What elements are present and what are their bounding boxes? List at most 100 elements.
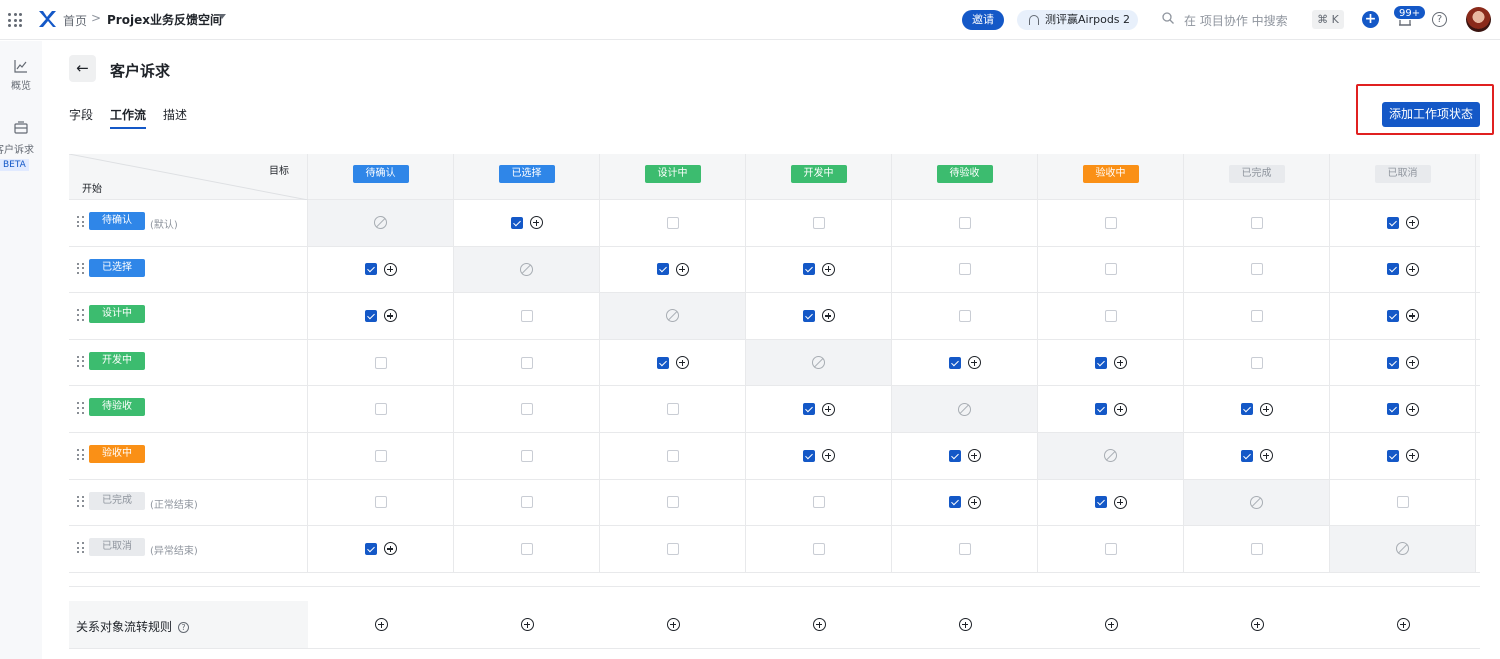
transition-checkbox[interactable] [364, 309, 377, 322]
rail-item-customer[interactable] [0, 121, 42, 139]
transition-checkbox[interactable] [374, 496, 387, 509]
transition-checkbox[interactable] [1104, 542, 1117, 555]
transition-checkbox[interactable] [1240, 449, 1253, 462]
breadcrumb-space[interactable]: Projex业务反馈空间 [107, 11, 222, 28]
drag-handle-icon[interactable] [77, 216, 84, 228]
transition-checkbox[interactable] [1094, 356, 1107, 369]
transition-checkbox[interactable] [958, 263, 971, 276]
transition-checkbox[interactable] [364, 263, 377, 276]
transition-checkbox[interactable] [802, 449, 815, 462]
transition-checkbox[interactable] [948, 496, 961, 509]
add-status-button[interactable]: 添加工作项状态 [1382, 102, 1480, 127]
add-circle-icon[interactable] [1405, 356, 1419, 370]
add-circle-icon[interactable] [666, 618, 680, 631]
add-circle-icon[interactable] [675, 262, 689, 276]
transition-checkbox[interactable] [520, 449, 533, 462]
transition-checkbox[interactable] [1104, 216, 1117, 229]
chevron-down-icon[interactable] [218, 14, 226, 19]
add-circle-icon[interactable] [812, 618, 826, 631]
transition-checkbox[interactable] [1386, 309, 1399, 322]
transition-checkbox[interactable] [520, 496, 533, 509]
transition-checkbox[interactable] [958, 309, 971, 322]
add-circle-icon[interactable] [1113, 356, 1127, 370]
transition-checkbox[interactable] [374, 449, 387, 462]
create-button[interactable]: + [1362, 11, 1379, 28]
tab-fields[interactable]: 字段 [69, 106, 93, 129]
drag-handle-icon[interactable] [77, 542, 84, 554]
transition-checkbox[interactable] [656, 263, 669, 276]
transition-checkbox[interactable] [1386, 356, 1399, 369]
transition-checkbox[interactable] [948, 449, 961, 462]
transition-checkbox[interactable] [364, 542, 377, 555]
add-circle-icon[interactable] [520, 618, 534, 631]
add-circle-icon[interactable] [529, 216, 543, 230]
transition-checkbox[interactable] [1396, 496, 1409, 509]
help-icon[interactable]: ? [178, 622, 190, 633]
drag-handle-icon[interactable] [77, 309, 84, 321]
add-circle-icon[interactable] [967, 495, 981, 509]
add-circle-icon[interactable] [1405, 262, 1419, 276]
back-button[interactable]: ← [69, 55, 96, 82]
transition-checkbox[interactable] [812, 216, 825, 229]
add-circle-icon[interactable] [1250, 618, 1264, 631]
transition-checkbox[interactable] [1386, 449, 1399, 462]
add-circle-icon[interactable] [383, 309, 397, 323]
transition-checkbox[interactable] [1240, 403, 1253, 416]
drag-handle-icon[interactable] [77, 495, 84, 508]
avatar[interactable] [1466, 7, 1491, 32]
add-circle-icon[interactable] [675, 356, 689, 370]
drag-handle-icon[interactable] [77, 355, 84, 368]
transition-checkbox[interactable] [1386, 216, 1399, 229]
add-circle-icon[interactable] [383, 262, 397, 276]
transition-checkbox[interactable] [812, 496, 825, 509]
transition-checkbox[interactable] [666, 449, 679, 462]
add-circle-icon[interactable] [821, 262, 835, 276]
tab-workflow[interactable]: 工作流 [110, 106, 147, 129]
transition-checkbox[interactable] [520, 542, 533, 555]
add-circle-icon[interactable] [958, 618, 972, 631]
add-circle-icon[interactable] [821, 402, 835, 416]
add-circle-icon[interactable] [1405, 449, 1419, 463]
add-circle-icon[interactable] [821, 449, 835, 463]
add-circle-icon[interactable] [1259, 402, 1273, 416]
transition-checkbox[interactable] [666, 403, 679, 416]
transition-checkbox[interactable] [802, 403, 815, 416]
transition-checkbox[interactable] [374, 356, 387, 369]
transition-checkbox[interactable] [1094, 403, 1107, 416]
transition-checkbox[interactable] [1386, 403, 1399, 416]
transition-checkbox[interactable] [510, 216, 523, 229]
add-circle-icon[interactable] [821, 309, 835, 323]
transition-checkbox[interactable] [802, 263, 815, 276]
add-circle-icon[interactable] [1104, 618, 1118, 631]
transition-checkbox[interactable] [1386, 263, 1399, 276]
transition-checkbox[interactable] [1250, 356, 1263, 369]
rail-item-overview[interactable]: 概览 [0, 59, 42, 92]
transition-checkbox[interactable] [802, 309, 815, 322]
transition-checkbox[interactable] [656, 356, 669, 369]
projex-logo-icon[interactable] [37, 9, 57, 29]
transition-checkbox[interactable] [1094, 496, 1107, 509]
add-circle-icon[interactable] [1405, 309, 1419, 323]
transition-checkbox[interactable] [958, 216, 971, 229]
add-circle-icon[interactable] [1396, 618, 1410, 631]
invite-button[interactable]: 邀请 [962, 10, 1004, 30]
transition-checkbox[interactable] [1250, 542, 1263, 555]
transition-checkbox[interactable] [520, 403, 533, 416]
add-circle-icon[interactable] [1405, 402, 1419, 416]
transition-checkbox[interactable] [1250, 263, 1263, 276]
add-circle-icon[interactable] [1259, 449, 1273, 463]
add-circle-icon[interactable] [1405, 216, 1419, 230]
transition-checkbox[interactable] [666, 542, 679, 555]
transition-checkbox[interactable] [1250, 216, 1263, 229]
transition-checkbox[interactable] [666, 496, 679, 509]
transition-checkbox[interactable] [374, 403, 387, 416]
add-circle-icon[interactable] [1113, 495, 1127, 509]
transition-checkbox[interactable] [1250, 309, 1263, 322]
search-input[interactable]: 在 项目协作 中搜索 [1184, 12, 1288, 29]
help-icon[interactable]: ? [1432, 12, 1447, 27]
transition-checkbox[interactable] [1104, 263, 1117, 276]
drag-handle-icon[interactable] [77, 448, 84, 461]
promo-pill[interactable]: 测评赢Airpods 2 [1017, 10, 1138, 30]
transition-checkbox[interactable] [1104, 309, 1117, 322]
transition-checkbox[interactable] [958, 542, 971, 555]
